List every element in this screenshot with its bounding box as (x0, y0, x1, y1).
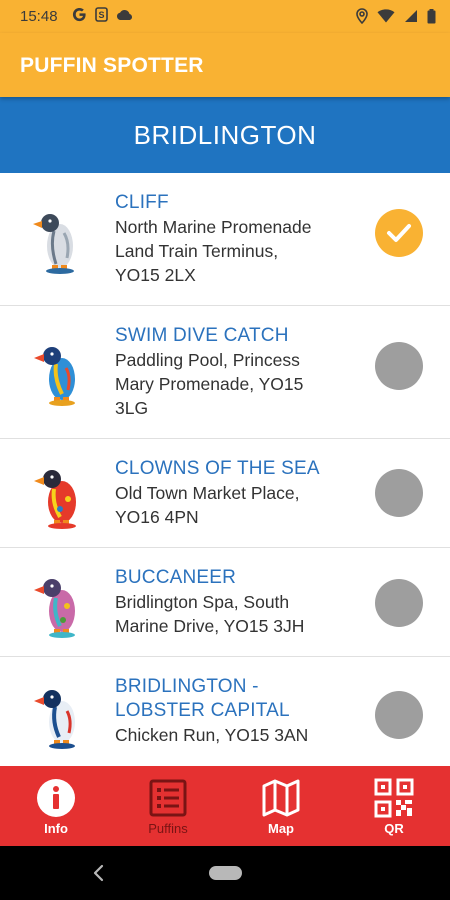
puffin-address-line: Mary Promenade, YO15 (115, 374, 304, 394)
found-checkmark-badge[interactable] (375, 209, 423, 257)
status-time: 15:48 (20, 8, 58, 25)
app-bar: PUFFIN SPOTTER (0, 33, 450, 97)
puffin-thumbnail-icon (34, 579, 75, 638)
puffin-thumbnail-icon (34, 690, 75, 749)
nav-item-puffins[interactable]: Puffins (112, 766, 224, 846)
list-item[interactable]: SWIM DIVE CATCH Paddling Pool, Princess … (0, 306, 450, 439)
location-icon (356, 8, 368, 24)
home-pill-button[interactable] (209, 866, 242, 880)
puffin-info: SWIM DIVE CATCH Paddling Pool, Princess … (115, 324, 355, 420)
bottom-nav: Info Puffins Map QR (0, 766, 450, 846)
puffin-address-line: Bridlington Spa, South (115, 592, 290, 612)
nav-item-map[interactable]: Map (225, 766, 337, 846)
cloud-icon (117, 9, 132, 20)
check-icon (387, 224, 411, 242)
google-icon (72, 7, 86, 22)
list-item[interactable]: BUCCANEER Bridlington Spa, South Marine … (0, 548, 450, 657)
puffin-address-line: 3LG (115, 398, 149, 418)
puffin-name: LOBSTER CAPITAL (115, 700, 290, 721)
nav-label: Puffins (148, 821, 188, 836)
status-system-icons (356, 8, 436, 24)
location-header: BRIDLINGTON (0, 97, 450, 173)
map-icon (262, 779, 300, 817)
puffin-address-line: Land Train Terminus, (115, 241, 279, 261)
puffin-address-line: Old Town Market Place, (115, 483, 300, 503)
puffin-info: CLIFF North Marine Promenade Land Train … (115, 191, 355, 287)
sim-icon: S (95, 7, 108, 22)
list-item[interactable]: CLOWNS OF THE SEA Old Town Market Place,… (0, 439, 450, 548)
puffin-address-line: YO16 4PN (115, 507, 199, 527)
puffin-list[interactable]: CLIFF North Marine Promenade Land Train … (0, 173, 450, 766)
list-icon (149, 779, 187, 817)
status-bar: 15:48 S (0, 0, 450, 33)
puffin-address-line: YO15 2LX (115, 265, 196, 285)
back-icon[interactable] (92, 863, 106, 883)
puffin-thumbnail-icon (33, 214, 74, 274)
system-navigation-bar (0, 846, 450, 900)
nav-label: QR (384, 821, 404, 836)
list-item[interactable]: CLIFF North Marine Promenade Land Train … (0, 173, 450, 306)
not-found-badge[interactable] (375, 342, 423, 390)
list-item[interactable]: BRIDLINGTON - LOBSTER CAPITAL Chicken Ru… (0, 657, 450, 766)
puffin-name: CLOWNS OF THE SEA (115, 458, 320, 479)
battery-icon (427, 8, 436, 23)
info-icon (37, 779, 75, 817)
location-title: BRIDLINGTON (133, 119, 317, 150)
qr-code-icon (374, 778, 414, 818)
not-found-badge[interactable] (375, 691, 423, 739)
not-found-badge[interactable] (375, 469, 423, 517)
signal-icon (405, 10, 417, 22)
puffin-address-line: Chicken Run, YO15 3AN (115, 725, 309, 745)
nav-item-info[interactable]: Info (0, 766, 112, 846)
puffin-name: BUCCANEER (115, 567, 237, 588)
svg-text:S: S (98, 10, 104, 20)
puffin-info: BRIDLINGTON - LOBSTER CAPITAL Chicken Ru… (115, 675, 355, 747)
status-notification-icons: S (72, 7, 133, 22)
puffin-address-line: Marine Drive, YO15 3JH (115, 616, 305, 636)
puffin-thumbnail-icon (34, 470, 76, 529)
not-found-badge[interactable] (375, 579, 423, 627)
puffin-name: BRIDLINGTON - (115, 676, 259, 697)
nav-item-qr[interactable]: QR (338, 766, 450, 846)
puffin-info: CLOWNS OF THE SEA Old Town Market Place,… (115, 457, 355, 529)
puffin-name: SWIM DIVE CATCH (115, 325, 289, 346)
puffin-address-line: North Marine Promenade (115, 217, 312, 237)
wifi-icon (377, 9, 395, 23)
puffin-address-line: Paddling Pool, Princess (115, 350, 300, 370)
app-title: PUFFIN SPOTTER (20, 54, 204, 77)
puffin-name: CLIFF (115, 192, 169, 213)
nav-label: Info (44, 821, 68, 836)
puffin-info: BUCCANEER Bridlington Spa, South Marine … (115, 566, 355, 638)
puffin-thumbnail-icon (34, 347, 75, 406)
nav-label: Map (268, 821, 294, 836)
